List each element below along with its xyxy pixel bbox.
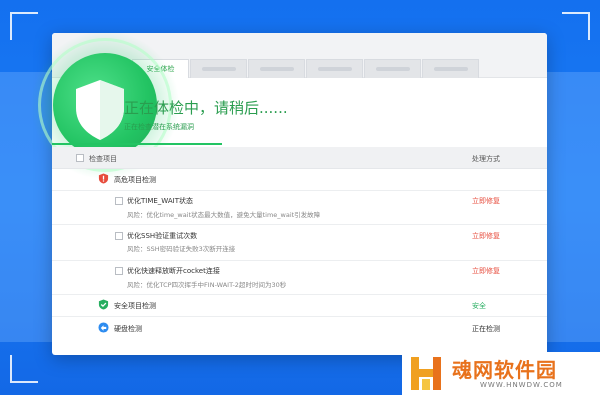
tab-placeholder-bar xyxy=(259,67,294,71)
tab-placeholder-bar xyxy=(317,67,352,71)
item-risk-description: 风险：优化TCP四次挥手中FIN-WAIT-2超时时间为30秒 xyxy=(127,281,287,289)
header-action: 处理方式 xyxy=(472,155,500,163)
item-risk-description: 风险：优化time_wait状态最大数值，避免大量time_wait引发故障 xyxy=(127,211,321,219)
item-checkbox[interactable] xyxy=(115,197,123,205)
safe-status: 安全 xyxy=(472,302,486,310)
watermark-logo: 魂网软件园 WWW.HNWDW.COM xyxy=(402,352,600,395)
category-title-disk: 硬盘检测 xyxy=(114,325,142,333)
disk-icon xyxy=(98,322,109,333)
disk-check-status: 正在检测 xyxy=(472,325,500,333)
tab-placeholder[interactable] xyxy=(306,59,363,78)
logo-mark-icon xyxy=(411,357,441,390)
tab-placeholder-bar xyxy=(375,67,410,71)
watermark-name: 魂网软件园 xyxy=(452,358,557,382)
item-checkbox[interactable] xyxy=(115,267,123,275)
item-risk-description: 风险：SSH密码验证失败3次断开连接 xyxy=(127,245,236,253)
status-title: 正在体检中，请稍后...... xyxy=(124,99,288,117)
tab-placeholder-bar xyxy=(433,67,468,71)
item-title: 优化TIME_WAIT状态 xyxy=(127,197,193,205)
category-title-safe: 安全项目检测 xyxy=(114,302,156,310)
status-subtitle: 正在检查潜在系统漏洞 xyxy=(124,123,194,131)
scan-progress-bar xyxy=(52,143,547,145)
corner-bracket-top-left xyxy=(10,12,38,40)
select-all-checkbox[interactable] xyxy=(76,154,84,162)
corner-bracket-bottom-left xyxy=(10,355,38,383)
tab-placeholder-bar xyxy=(201,67,236,71)
fix-now-link[interactable]: 立即修复 xyxy=(472,266,500,276)
item-checkbox[interactable] xyxy=(115,232,123,240)
watermark-url: WWW.HNWDW.COM xyxy=(480,381,563,389)
header-check-item: 检查项目 xyxy=(89,155,117,163)
tab-placeholder[interactable] xyxy=(422,59,479,78)
category-title-high-risk: 高危项目检测 xyxy=(114,176,156,184)
fix-now-link[interactable]: 立即修复 xyxy=(472,196,500,206)
warning-shield-icon xyxy=(98,173,109,184)
item-title: 优化快速释放断开cocket连接 xyxy=(127,267,220,275)
table-header: 检查项目 处理方式 xyxy=(52,147,547,169)
scan-progress-fill xyxy=(52,143,223,145)
item-title: 优化SSH验证重试次数 xyxy=(127,232,198,240)
tab-placeholder[interactable] xyxy=(190,59,247,78)
shield-icon xyxy=(76,80,124,140)
check-shield-icon xyxy=(98,299,109,310)
fix-now-link[interactable]: 立即修复 xyxy=(472,231,500,241)
corner-bracket-top-right xyxy=(562,12,590,40)
tab-placeholder[interactable] xyxy=(248,59,305,78)
tab-placeholder[interactable] xyxy=(364,59,421,78)
tabs: 安全体检 xyxy=(132,59,480,78)
